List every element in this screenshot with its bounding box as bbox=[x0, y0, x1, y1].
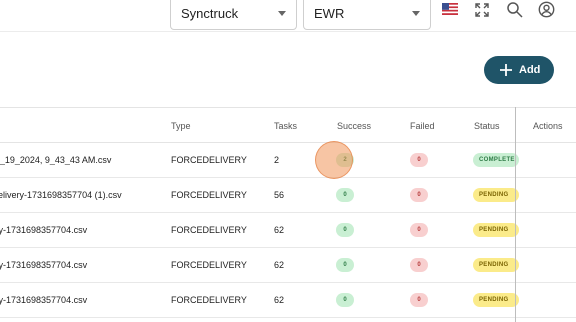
type-cell: FORCEDELIVERY bbox=[171, 260, 247, 270]
tasks-cell: 62 bbox=[274, 225, 285, 235]
status-badge: PENDING bbox=[473, 258, 519, 272]
top-bar: Synctruck EWR bbox=[0, 0, 576, 32]
column-header-type[interactable]: Type bbox=[171, 121, 191, 131]
status-badge: COMPLETE bbox=[473, 153, 519, 167]
file-name: ceDelivery-1731698357704 (1).csv bbox=[0, 190, 122, 200]
status-badge: PENDING bbox=[473, 293, 519, 307]
success-badge[interactable]: 0 bbox=[336, 258, 354, 272]
us-flag-icon[interactable] bbox=[442, 3, 458, 15]
location-select-value: EWR bbox=[314, 6, 345, 21]
column-header-tasks[interactable]: Tasks bbox=[274, 121, 297, 131]
organization-select[interactable]: Synctruck bbox=[170, 0, 297, 30]
failed-badge[interactable]: 0 bbox=[410, 153, 428, 167]
failed-badge[interactable]: 0 bbox=[410, 223, 428, 237]
chevron-down-icon bbox=[278, 11, 286, 16]
type-cell: FORCEDELIVERY bbox=[171, 155, 247, 165]
column-resize-handle[interactable] bbox=[515, 107, 516, 322]
success-badge[interactable]: 0 bbox=[336, 293, 354, 307]
status-badge: PENDING bbox=[473, 188, 519, 202]
type-cell: FORCEDELIVERY bbox=[171, 295, 247, 305]
column-header-actions: Actions bbox=[533, 121, 563, 131]
column-header-failed[interactable]: Failed bbox=[410, 121, 435, 131]
table-header: Type Tasks Success Failed Status Actions bbox=[0, 107, 576, 143]
file-name: livery-1731698357704.csv bbox=[0, 260, 88, 270]
table-row[interactable]: ceDelivery-1731698357704 (1).csv FORCEDE… bbox=[0, 178, 576, 213]
tasks-cell: 62 bbox=[274, 260, 285, 270]
failed-badge[interactable]: 0 bbox=[410, 293, 428, 307]
tasks-cell: 62 bbox=[274, 295, 285, 305]
fullscreen-icon[interactable] bbox=[474, 2, 490, 18]
success-badge[interactable]: 0 bbox=[336, 188, 354, 202]
chevron-down-icon bbox=[412, 11, 420, 16]
add-button-label: Add bbox=[519, 64, 541, 76]
click-indicator bbox=[315, 141, 353, 179]
search-icon[interactable] bbox=[506, 1, 523, 18]
column-header-success[interactable]: Success bbox=[337, 121, 371, 131]
file-name: livery-1731698357704.csv bbox=[0, 225, 88, 235]
organization-select-value: Synctruck bbox=[181, 6, 239, 21]
type-cell: FORCEDELIVERY bbox=[171, 225, 247, 235]
success-badge[interactable]: 0 bbox=[336, 223, 354, 237]
location-select[interactable]: EWR bbox=[303, 0, 431, 30]
account-icon[interactable] bbox=[538, 1, 555, 18]
add-button[interactable]: Add bbox=[484, 56, 554, 84]
type-cell: FORCEDELIVERY bbox=[171, 190, 247, 200]
failed-badge[interactable]: 0 bbox=[410, 188, 428, 202]
failed-badge[interactable]: 0 bbox=[410, 258, 428, 272]
table-row[interactable]: livery-1731698357704.csv FORCEDELIVERY 6… bbox=[0, 213, 576, 248]
status-badge: PENDING bbox=[473, 223, 519, 237]
file-name: V-11_19_2024, 9_43_43 AM.csv bbox=[0, 155, 112, 165]
file-name: livery-1731698357704.csv bbox=[0, 295, 88, 305]
plus-icon bbox=[500, 64, 512, 76]
table-row[interactable]: livery-1731698357704.csv FORCEDELIVERY 6… bbox=[0, 283, 576, 318]
table-row[interactable]: livery-1731698357704.csv FORCEDELIVERY 6… bbox=[0, 248, 576, 283]
column-header-status[interactable]: Status bbox=[474, 121, 500, 131]
tasks-cell: 56 bbox=[274, 190, 285, 200]
upload-table: Type Tasks Success Failed Status Actions… bbox=[0, 107, 576, 322]
table-row[interactable]: V-11_19_2024, 9_43_43 AM.csv FORCEDELIVE… bbox=[0, 143, 576, 178]
tasks-cell: 2 bbox=[274, 155, 280, 165]
